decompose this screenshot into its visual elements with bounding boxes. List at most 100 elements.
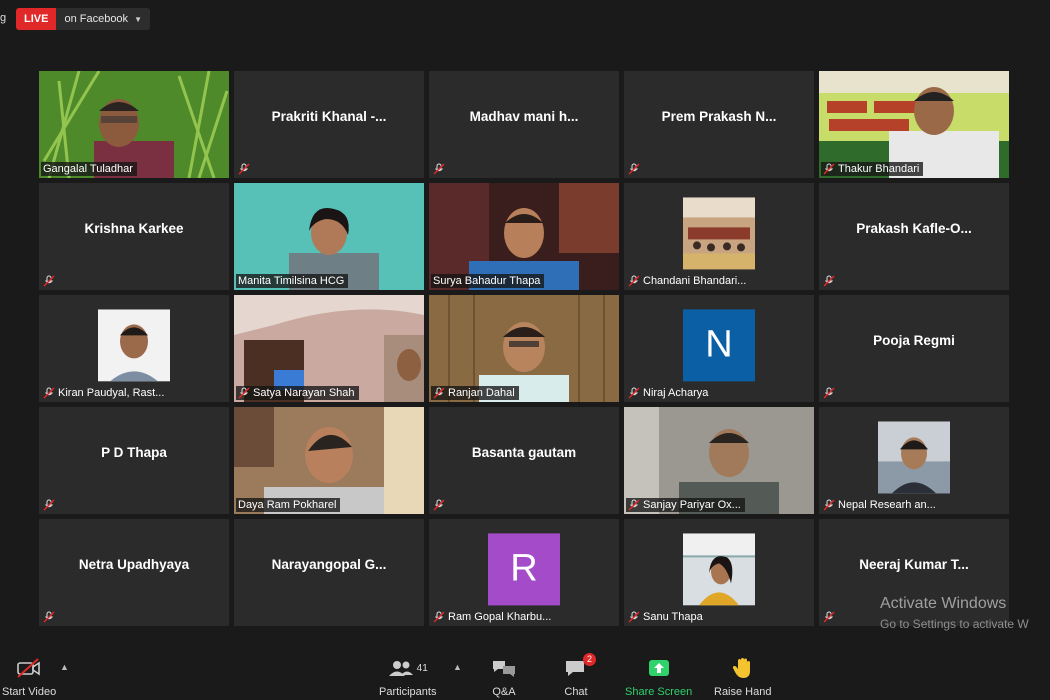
mic-muted-icon xyxy=(823,163,835,175)
participant-tile[interactable]: Daya Ram Pokharel xyxy=(234,407,424,514)
participant-display-name: Pooja Regmi xyxy=(873,333,955,348)
participant-name-tag xyxy=(821,610,839,624)
participant-name-tag xyxy=(821,386,839,400)
participant-tile[interactable]: R Ram Gopal Kharbu... xyxy=(429,519,619,626)
start-video-button[interactable]: Start Video xyxy=(2,656,56,698)
video-off-icon xyxy=(16,656,42,680)
mic-muted-icon xyxy=(628,387,640,399)
participant-tile[interactable]: Netra Upadhyaya xyxy=(39,519,229,626)
participant-tile[interactable]: Satya Narayan Shah xyxy=(234,295,424,402)
participant-tile[interactable]: Manita Timilsina HCG xyxy=(234,183,424,290)
participant-name-tag: Sanjay Pariyar Ox... xyxy=(626,498,745,512)
mic-muted-icon xyxy=(823,387,835,399)
participant-tile[interactable]: Narayangopal G... xyxy=(234,519,424,626)
participant-name-tag: Ram Gopal Kharbu... xyxy=(431,610,555,624)
participant-display-name: Prem Prakash N... xyxy=(661,109,777,124)
participant-tile[interactable]: Ranjan Dahal xyxy=(429,295,619,402)
participant-name: Manita Timilsina HCG xyxy=(238,275,345,287)
participant-name-tag: Kiran Paudyal, Rast... xyxy=(41,386,168,400)
participant-tile[interactable]: Gangalal Tuladhar xyxy=(39,71,229,178)
participant-name: Gangalal Tuladhar xyxy=(43,163,133,175)
mic-muted-icon xyxy=(238,387,250,399)
mic-muted-icon xyxy=(43,275,55,287)
mic-muted-icon xyxy=(433,163,445,175)
participant-tile[interactable]: Prakriti Khanal -... xyxy=(234,71,424,178)
participant-display-name: Basanta gautam xyxy=(471,445,577,460)
participant-name-tag xyxy=(431,498,449,512)
participant-tile[interactable]: Krishna Karkee xyxy=(39,183,229,290)
participants-label: Participants xyxy=(379,686,437,698)
participant-tile[interactable]: Sanu Thapa xyxy=(624,519,814,626)
participant-profile-photo xyxy=(683,532,755,605)
participant-tile[interactable]: Basanta gautam xyxy=(429,407,619,514)
qa-label: Q&A xyxy=(492,686,516,698)
participant-display-name: Narayangopal G... xyxy=(271,557,387,572)
participants-count: 41 xyxy=(416,662,428,674)
participant-name-tag: Thakur Bhandari xyxy=(821,162,924,176)
participant-name: Kiran Paudyal, Rast... xyxy=(58,387,165,399)
participant-tile[interactable]: P D Thapa xyxy=(39,407,229,514)
participant-display-name: Prakash Kafle-O... xyxy=(856,221,972,236)
meeting-toolbar: Start Video ▲ 41 Participants ▲ Q&A 2 Ch… xyxy=(0,650,1050,700)
participant-tile[interactable]: Madhav mani h... xyxy=(429,71,619,178)
participant-name: Daya Ram Pokharel xyxy=(238,499,337,511)
caret-down-icon[interactable]: ▼ xyxy=(134,15,142,24)
participant-tile[interactable]: Kiran Paudyal, Rast... xyxy=(39,295,229,402)
participant-name: Satya Narayan Shah xyxy=(253,387,355,399)
participant-tile[interactable]: Sanjay Pariyar Ox... xyxy=(624,407,814,514)
participants-icon: 41 xyxy=(388,656,428,680)
participant-tile-active-speaker[interactable]: Surya Bahadur Thapa xyxy=(429,183,619,290)
chat-unread-badge: 2 xyxy=(582,653,596,666)
participant-name: Chandani Bhandari... xyxy=(643,275,747,287)
participant-initial-avatar: R xyxy=(488,532,560,605)
mic-muted-icon xyxy=(433,611,445,623)
participant-display-name: Krishna Karkee xyxy=(84,221,184,236)
share-screen-icon xyxy=(647,656,671,680)
participant-initial-avatar: N xyxy=(683,308,755,381)
participant-profile-photo xyxy=(683,196,755,269)
raise-hand-label: Raise Hand xyxy=(714,686,772,698)
participant-name-tag xyxy=(41,610,59,624)
raise-hand-icon xyxy=(731,656,755,680)
live-destination-dropdown[interactable]: on Facebook ▼ xyxy=(56,8,150,30)
participant-name: Ranjan Dahal xyxy=(448,387,515,399)
mic-muted-icon xyxy=(43,387,55,399)
participant-display-name: P D Thapa xyxy=(101,445,167,460)
participant-name-tag: Niraj Acharya xyxy=(626,386,712,400)
participants-button[interactable]: 41 Participants xyxy=(379,656,436,698)
participant-tile[interactable]: Thakur Bhandari xyxy=(819,71,1009,178)
raise-hand-button[interactable]: Raise Hand xyxy=(714,656,771,698)
mic-muted-icon xyxy=(823,499,835,511)
participant-name-tag: Manita Timilsina HCG xyxy=(236,274,349,288)
participant-tile[interactable]: Nepal Researh an... xyxy=(819,407,1009,514)
participant-name-tag xyxy=(626,162,644,176)
participant-profile-photo xyxy=(98,308,170,381)
chat-label: Chat xyxy=(564,686,588,698)
participant-tile[interactable]: Prakash Kafle-O... xyxy=(819,183,1009,290)
video-options-caret-icon[interactable]: ▲ xyxy=(60,662,69,672)
start-video-label: Start Video xyxy=(2,686,57,698)
participant-tile[interactable]: N Niraj Acharya xyxy=(624,295,814,402)
participants-options-caret-icon[interactable]: ▲ xyxy=(453,662,462,672)
mic-muted-icon xyxy=(628,611,640,623)
mic-muted-icon xyxy=(433,387,445,399)
recording-label-fragment: g xyxy=(0,12,7,24)
participant-tile[interactable]: Prem Prakash N... xyxy=(624,71,814,178)
chat-button[interactable]: 2 Chat xyxy=(564,653,596,698)
watermark-subtitle: Go to Settings to activate W xyxy=(880,617,1029,631)
share-screen-button[interactable]: Share Screen xyxy=(625,656,692,698)
share-screen-label: Share Screen xyxy=(625,686,693,698)
participant-name-tag xyxy=(41,274,59,288)
mic-muted-icon xyxy=(823,275,835,287)
participant-name-tag: Chandani Bhandari... xyxy=(626,274,750,288)
qa-button[interactable]: Q&A xyxy=(491,656,517,698)
avatar-letter: R xyxy=(510,547,538,590)
participant-name-tag: Ranjan Dahal xyxy=(431,386,519,400)
live-stream-indicator[interactable]: LIVE on Facebook ▼ xyxy=(16,8,150,30)
participant-name-tag: Sanu Thapa xyxy=(626,610,707,624)
participant-name-tag: Surya Bahadur Thapa xyxy=(431,274,545,288)
participant-tile[interactable]: Pooja Regmi xyxy=(819,295,1009,402)
mic-muted-icon xyxy=(433,499,445,511)
avatar-letter: N xyxy=(705,323,733,366)
participant-tile[interactable]: Chandani Bhandari... xyxy=(624,183,814,290)
